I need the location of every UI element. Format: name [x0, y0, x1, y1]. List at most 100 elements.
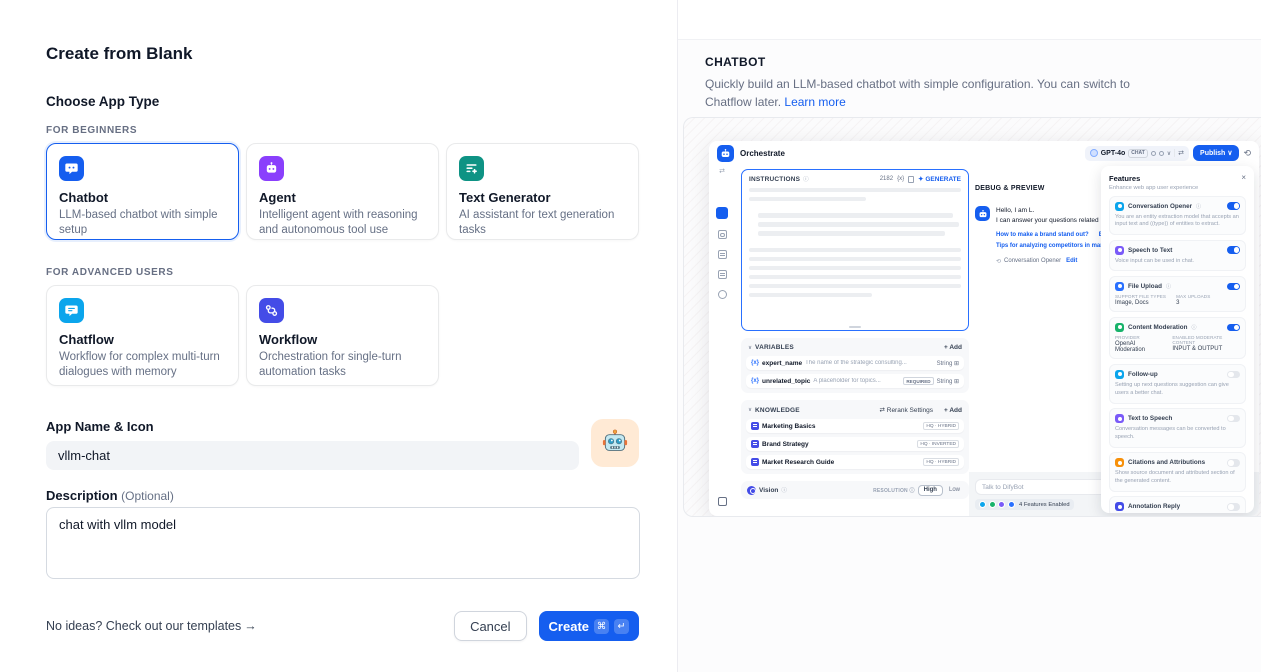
feature-name: Text to Speech	[1128, 415, 1172, 422]
feature-card-citations: Citations and Attributions Show source d…	[1109, 452, 1246, 492]
preview-description: Quickly build an LLM-based chatbot with …	[705, 75, 1133, 111]
description-label: Description (Optional)	[46, 488, 639, 503]
copy-icon	[908, 176, 914, 183]
rerank-settings: ⇄ Rerank Settings	[879, 406, 933, 414]
variable-type: String ⊞	[937, 360, 959, 367]
knowledge-panel: ∨ KNOWLEDGE ⇄ Rerank Settings + Add Mark…	[741, 400, 969, 474]
vision-label: Vision	[759, 487, 778, 494]
info-icon: ⓘ	[1191, 324, 1196, 331]
preview-top-strip	[678, 0, 1261, 40]
features-title: Features	[1109, 174, 1198, 183]
file-upload-icon	[1115, 282, 1124, 291]
spark-icon: ✦	[918, 176, 923, 183]
orchestrate-left-rail: ⇄	[709, 165, 735, 516]
image-icon	[718, 230, 727, 239]
cancel-button[interactable]: Cancel	[454, 611, 526, 641]
app-name-label: App Name & Icon	[46, 419, 639, 434]
add-knowledge-button: + Add	[944, 407, 962, 414]
orchestrate-topbar: Orchestrate GPT-4o CHAT ∨ ⇄	[709, 141, 1259, 165]
feature-name: Follow-up	[1128, 371, 1158, 378]
features-panel: Features Enhance web app user experience…	[1101, 166, 1254, 513]
preview-pane: CHATBOT Quickly build an LLM-based chatb…	[678, 0, 1261, 672]
app-type-card-chatflow[interactable]: Chatflow Workflow for complex multi-turn…	[46, 285, 239, 386]
required-badge: REQUIRED	[903, 377, 933, 385]
app-icon-picker[interactable]	[591, 419, 639, 467]
dataset-name: Brand Strategy	[762, 441, 809, 448]
variable-icon: {x}	[751, 360, 759, 366]
app-type-card-workflow[interactable]: Workflow Orchestration for single-turn a…	[246, 285, 439, 386]
workflow-icon	[259, 298, 284, 323]
feature-name: Conversation Opener	[1128, 203, 1192, 210]
features-subtitle: Enhance web app user experience	[1109, 185, 1198, 191]
feature-desc: Setting up next questions suggestion can…	[1115, 382, 1240, 398]
dataset-badge: HQ · HYBRID	[923, 458, 959, 466]
model-selector: GPT-4o CHAT ∨ ⇄	[1085, 146, 1189, 161]
feature-desc: Conversation messages can be converted t…	[1115, 426, 1240, 442]
speech-mini-icon	[998, 501, 1005, 508]
app-type-card-agent[interactable]: Agent Intelligent agent with reasoning a…	[246, 143, 439, 240]
app-avatar-icon	[717, 145, 734, 162]
card-title: Agent	[259, 190, 426, 205]
orchestrate-preview-card: Orchestrate GPT-4o CHAT ∨ ⇄	[709, 141, 1259, 516]
feature-toggle	[1227, 246, 1240, 254]
generate-button: ✦ GENERATE	[918, 175, 961, 183]
feature-card-conversation-opener: Conversation Opener ⓘ You are an entity …	[1109, 196, 1246, 236]
learn-more-link[interactable]: Learn more	[784, 95, 845, 109]
feature-toggle	[1227, 459, 1240, 467]
close-icon: ×	[1241, 174, 1246, 182]
topbar-right: GPT-4o CHAT ∨ ⇄ Publish ∨ ⟲	[1085, 145, 1251, 161]
app-name-input[interactable]	[46, 441, 579, 470]
feature-desc: Voice input can be used in chat.	[1115, 258, 1240, 266]
feature-toggle	[1227, 503, 1240, 511]
feature-card-text-to-speech: Text to Speech Conversation messages can…	[1109, 408, 1246, 448]
card-desc: Intelligent agent with reasoning and aut…	[259, 208, 426, 238]
speech-to-text-icon	[1115, 246, 1124, 255]
create-button-label: Create	[549, 619, 589, 634]
arrow-right-icon: →	[244, 619, 257, 633]
features-header: Features Enhance web app user experience…	[1109, 174, 1246, 191]
resolution-label: RESOLUTION ⓘ	[873, 487, 915, 494]
app-name-block: App Name & Icon	[46, 419, 639, 470]
info-icon: ⓘ	[1196, 203, 1201, 210]
opener-label: Conversation Opener	[1004, 258, 1061, 264]
variables-title: VARIABLES	[755, 344, 794, 351]
bot-avatar	[975, 206, 990, 221]
create-button[interactable]: Create ⌘ ↵	[539, 611, 639, 641]
cmd-key-icon: ⌘	[594, 619, 609, 634]
notes-icon	[718, 270, 727, 279]
description-label-text: Description	[46, 488, 118, 503]
section-label-advanced: FOR ADVANCED USERS	[46, 267, 639, 278]
app-type-card-text-generator[interactable]: Text Generator AI assistant for text gen…	[446, 143, 639, 240]
type-icon: ⊞	[954, 379, 959, 385]
feature-toggle	[1227, 324, 1240, 332]
footer-buttons: Cancel Create ⌘ ↵	[454, 611, 639, 641]
app-type-card-chatbot[interactable]: Chatbot LLM-based chatbot with simple se…	[46, 143, 239, 240]
description-optional-text: (Optional)	[121, 489, 174, 503]
agent-icon	[259, 156, 284, 181]
info-icon: ⓘ	[909, 488, 914, 494]
settings-icon	[1159, 151, 1164, 156]
chevron-down-icon: ∨	[748, 345, 752, 351]
beginner-cards: Chatbot LLM-based chatbot with simple se…	[46, 143, 639, 240]
info-icon: ⓘ	[1166, 283, 1171, 290]
templates-link[interactable]: No ideas? Check out our templates→	[46, 619, 257, 633]
advanced-cards: Chatflow Workflow for complex multi-turn…	[46, 285, 639, 386]
feature-card-follow-up: Follow-up Setting up next questions sugg…	[1109, 364, 1246, 404]
chevron-down-icon: ∨	[748, 407, 752, 413]
preview-info: CHATBOT Quickly build an LLM-based chatb…	[678, 40, 1261, 111]
moderation-mini-icon	[989, 501, 996, 508]
knowledge-row: Marketing Basics HQ · HYBRID	[746, 419, 964, 433]
instructions-panel: INSTRUCTIONS ⓘ 2182 {x} ✦ GENERATE	[741, 169, 969, 331]
card-desc: Orchestration for single-turn automation…	[259, 350, 426, 380]
feature-card-file-upload: File Upload ⓘ SUPPORT FILE TYPESImage, D…	[1109, 276, 1246, 313]
feature-desc: You are an entity extraction model that …	[1115, 214, 1240, 230]
suggestion-link: Tips for analyzing competitors in market	[996, 243, 1111, 249]
dataset-icon	[751, 422, 759, 430]
history-icon: ⟲	[1243, 148, 1251, 159]
conversation-opener-icon	[1115, 202, 1124, 211]
content-moderation-icon	[1115, 323, 1124, 332]
description-textarea[interactable]: chat with vllm model	[46, 507, 640, 579]
feature-toggle	[1227, 202, 1240, 210]
dataset-icon	[751, 458, 759, 466]
model-name: GPT-4o	[1101, 150, 1126, 157]
